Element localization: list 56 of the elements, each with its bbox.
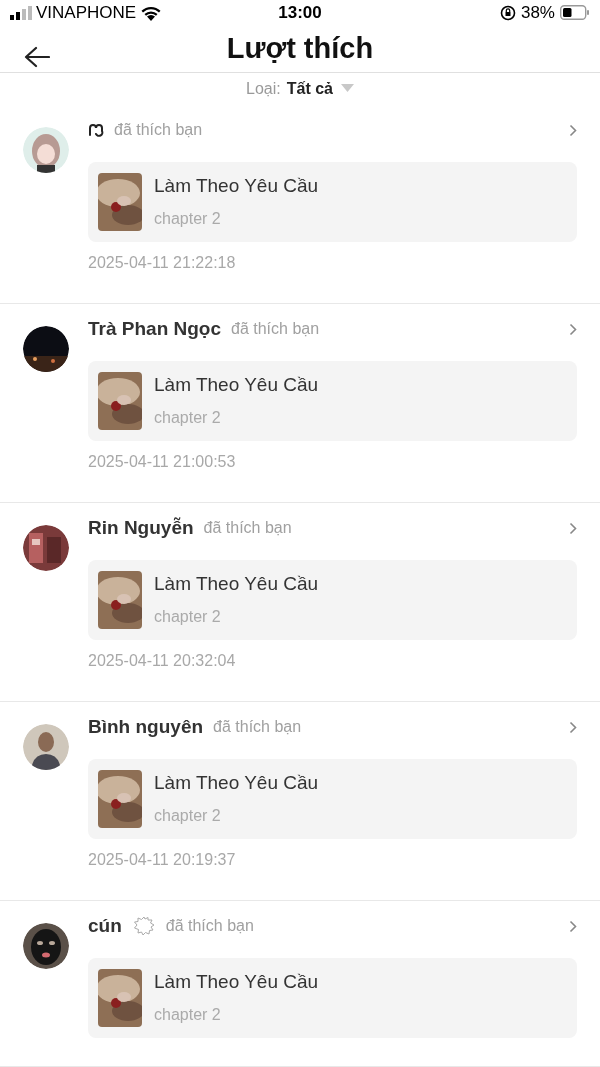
post-title: Làm Theo Yêu Cầu	[154, 971, 319, 993]
back-arrow-icon	[24, 45, 50, 68]
username-symbol-icon[interactable]	[88, 123, 104, 137]
like-row[interactable]: đã thích bạn Làm Theo Yêu Cầu chapter 2 2025-04-11 21:22:18	[0, 105, 600, 304]
chevron-right-icon	[569, 720, 577, 734]
timestamp: 2025-04-11 20:19:37	[88, 850, 237, 870]
filter-dropdown[interactable]: Tất cả	[286, 76, 354, 101]
user-name[interactable]: Bình nguyên	[88, 712, 204, 742]
chapter-label: chapter 2	[154, 1005, 222, 1025]
user-name[interactable]: cún	[88, 911, 122, 941]
caret-icon	[340, 84, 354, 94]
chevron-right-icon	[569, 919, 577, 933]
user-avatar[interactable]	[23, 923, 69, 969]
signal-icon	[10, 5, 32, 20]
timestamp: 2025-04-11 20:32:04	[88, 651, 237, 671]
chevron-right-icon	[569, 123, 577, 137]
action-text: đã thích bạn	[213, 717, 302, 737]
post-title: Làm Theo Yêu Cầu	[154, 573, 319, 595]
chapter-label: chapter 2	[154, 408, 222, 428]
user-name[interactable]: Trà Phan Ngọc	[88, 314, 222, 344]
action-text: đã thích bạn	[114, 120, 203, 140]
like-row[interactable]: Rin Nguyễn đã thích bạn Làm Theo Yêu Cầu chapter 2 2025-04-11 20:32:04	[0, 503, 600, 702]
wifi-icon	[140, 4, 163, 21]
chapter-label: chapter 2	[154, 607, 222, 627]
like-row[interactable]: Bình nguyên đã thích bạn Làm Theo Yêu Cầu chapter 2 2025-04-11 20:19:37	[0, 702, 600, 901]
battery-icon	[560, 5, 590, 21]
action-text: đã thích bạn	[165, 916, 254, 936]
post-title: Làm Theo Yêu Cầu	[154, 175, 319, 197]
user-avatar[interactable]	[23, 326, 69, 372]
battery-percent: 38%	[520, 2, 555, 24]
post-title: Làm Theo Yêu Cầu	[154, 772, 319, 794]
post-card[interactable]: Làm Theo Yêu Cầu chapter 2	[88, 560, 577, 640]
chevron-right-icon	[569, 521, 577, 535]
user-avatar[interactable]	[23, 127, 69, 173]
user-avatar[interactable]	[23, 724, 69, 770]
post-card[interactable]: Làm Theo Yêu Cầu chapter 2	[88, 958, 577, 1038]
chapter-label: chapter 2	[154, 209, 222, 229]
chevron-right-icon	[569, 322, 577, 336]
post-card[interactable]: Làm Theo Yêu Cầu chapter 2	[88, 162, 577, 242]
chapter-label: chapter 2	[154, 806, 222, 826]
action-text: đã thích bạn	[203, 518, 292, 538]
post-card[interactable]: Làm Theo Yêu Cầu chapter 2	[88, 361, 577, 441]
like-row[interactable]: Trà Phan Ngọc đã thích bạn Làm Theo Yêu Cầu chapter 2 2025-04-11 21:00:53	[0, 304, 600, 503]
rotation-lock-icon	[499, 4, 516, 21]
post-card[interactable]: Làm Theo Yêu Cầu chapter 2	[88, 759, 577, 839]
status-time: 13:00	[278, 2, 322, 24]
carrier-name: VINAPHONE	[36, 2, 137, 24]
user-name[interactable]: Rin Nguyễn	[88, 513, 194, 543]
user-avatar[interactable]	[23, 525, 69, 571]
action-text: đã thích bạn	[231, 319, 320, 339]
filter-label: Loại:	[246, 78, 281, 99]
like-row[interactable]: cún đã thích bạn Làm Theo Yêu Cầu chapter 2	[0, 901, 600, 1067]
post-title: Làm Theo Yêu Cầu	[154, 374, 319, 396]
timestamp: 2025-04-11 21:22:18	[88, 253, 237, 273]
timestamp: 2025-04-11 21:00:53	[88, 452, 237, 472]
page-title: Lượt thích	[226, 30, 374, 66]
